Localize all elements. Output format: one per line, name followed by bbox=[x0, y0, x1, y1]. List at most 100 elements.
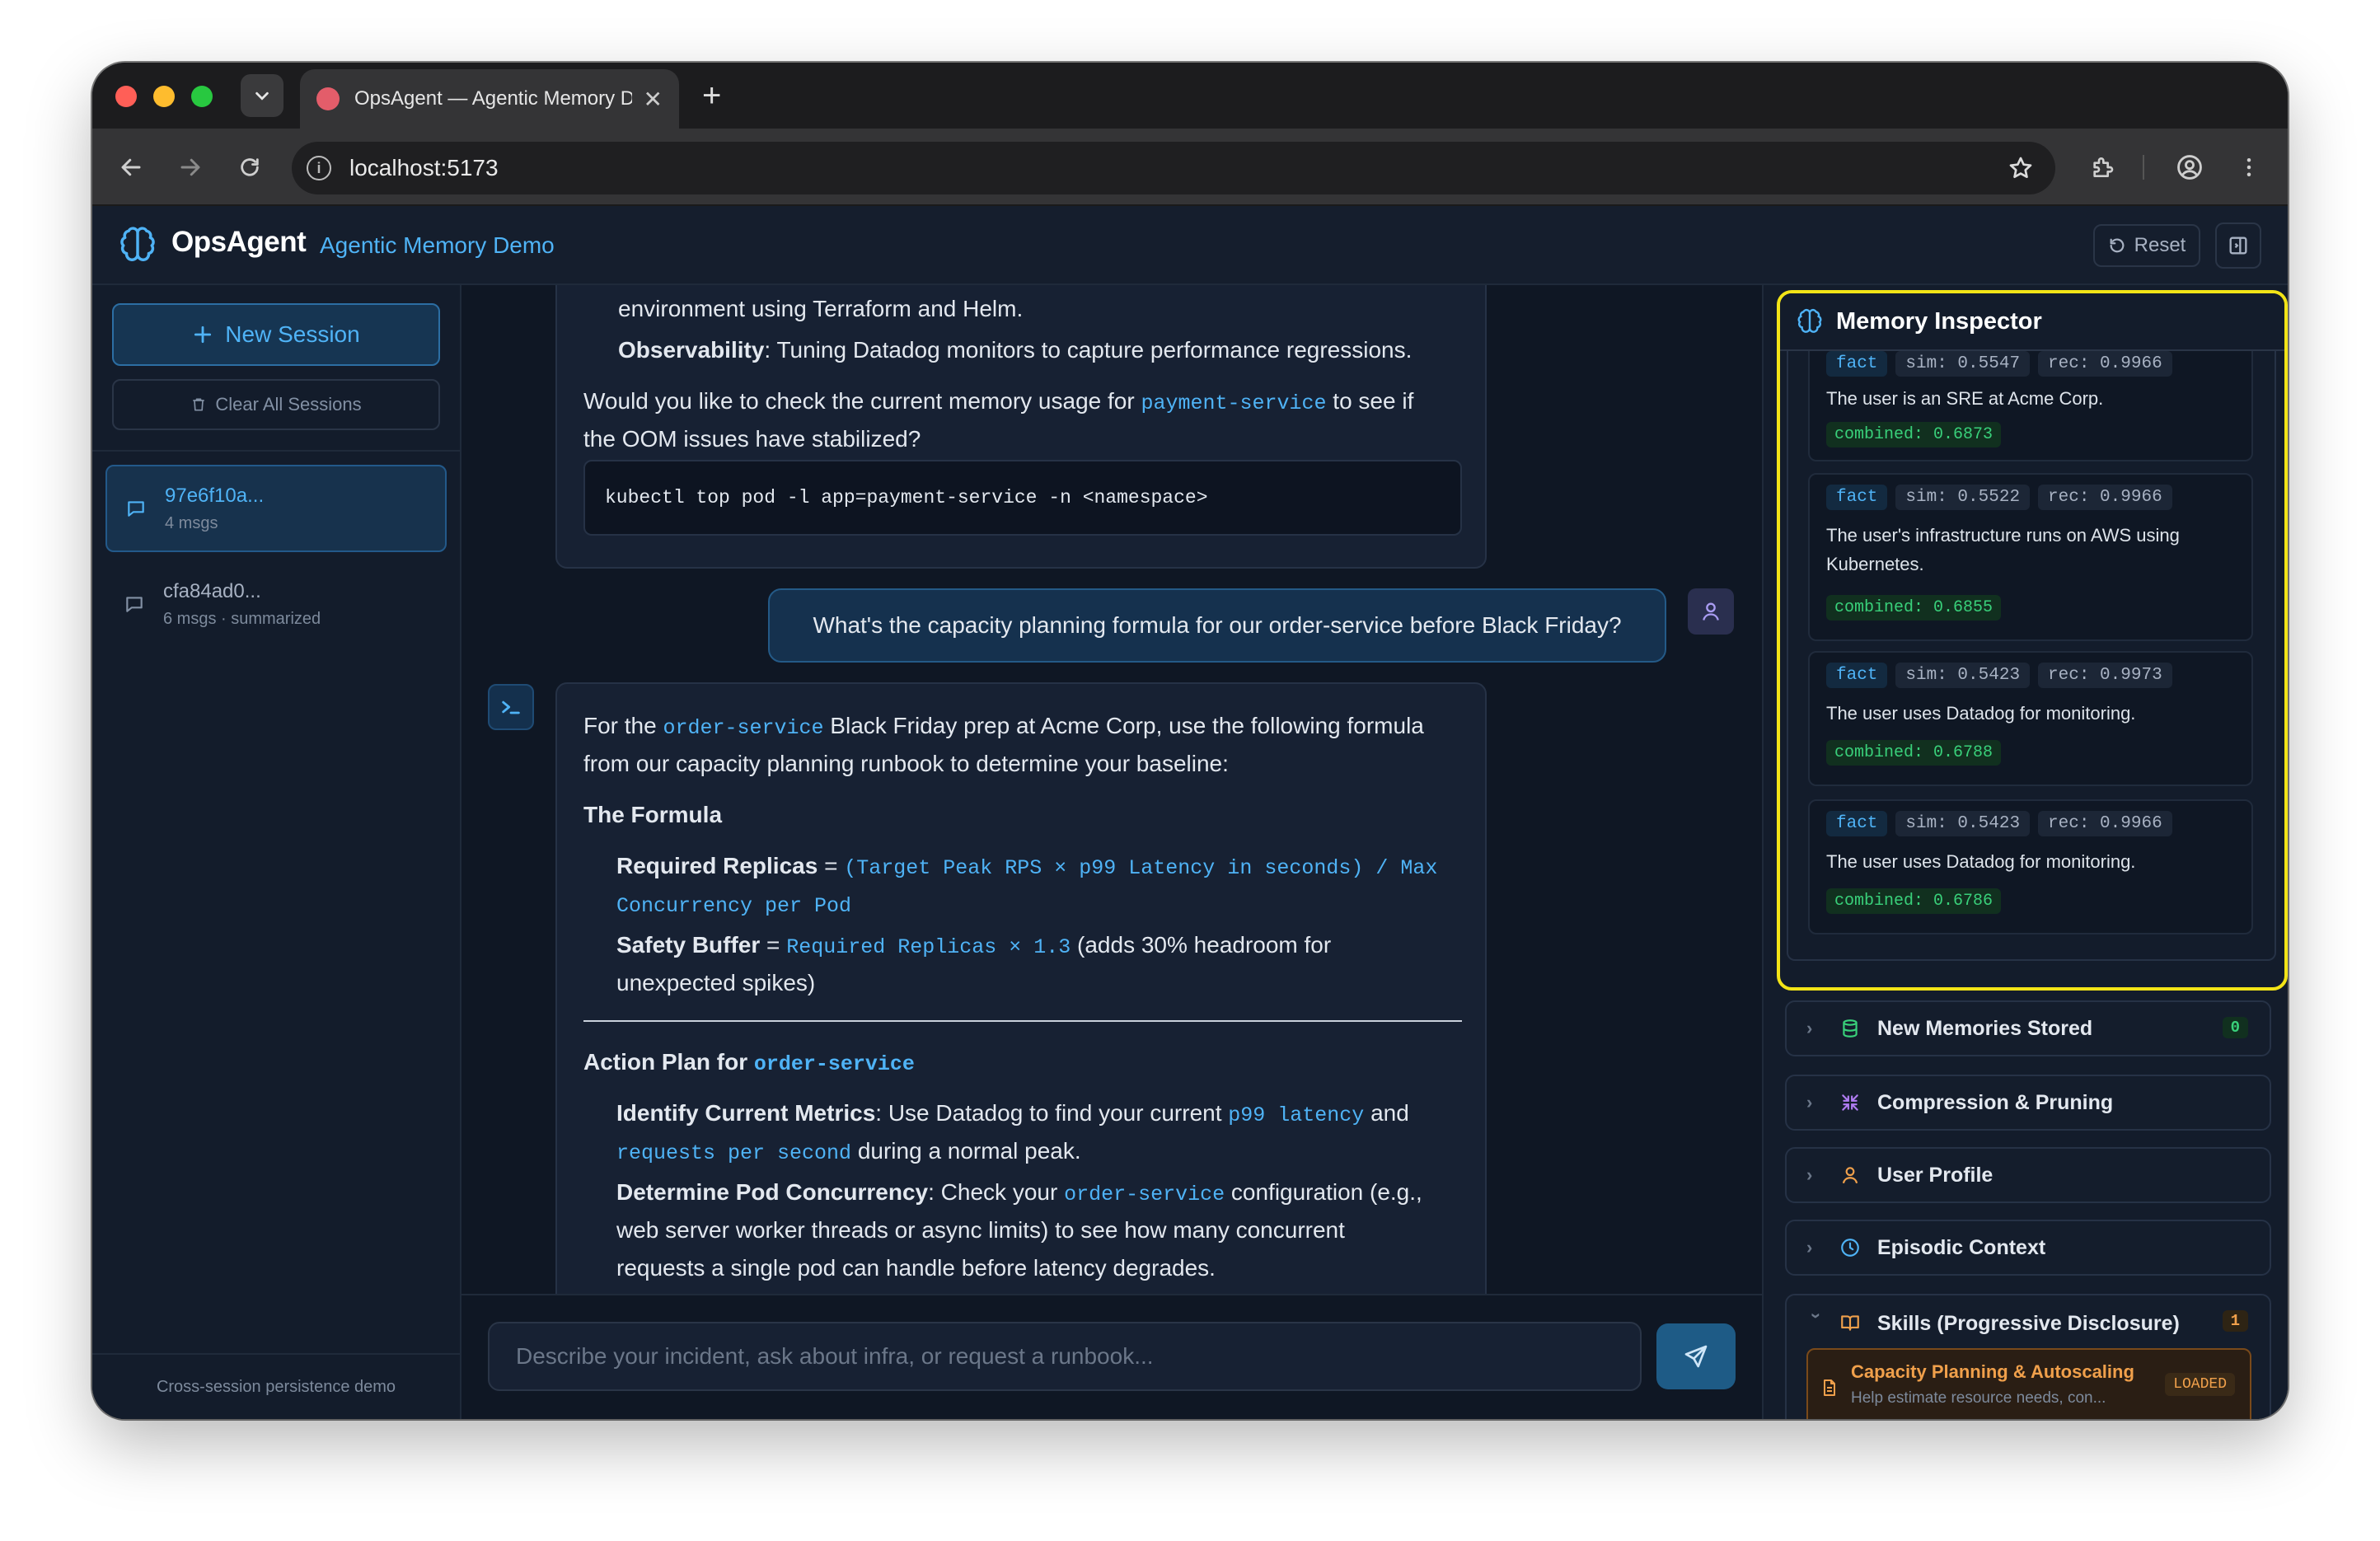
chat-input-bar: Describe your incident, ask about infra,… bbox=[461, 1294, 1762, 1419]
message-square-icon bbox=[126, 597, 143, 612]
maximize-window-button[interactable] bbox=[191, 86, 213, 107]
back-button[interactable] bbox=[110, 147, 152, 188]
send-icon bbox=[1684, 1345, 1708, 1368]
inline-code: (Target Peak RPS × p99 Latency in second… bbox=[844, 856, 1438, 880]
message-line: Required Replicas = (Target Peak RPS × p… bbox=[616, 847, 1437, 888]
new-tab-button[interactable]: + bbox=[702, 74, 721, 117]
chat-input[interactable]: Describe your incident, ask about infra,… bbox=[488, 1322, 1642, 1391]
memory-card: fact sim: 0.5522 rec: 0.9966 The user's … bbox=[1808, 473, 2253, 641]
line-text: and bbox=[1364, 1100, 1409, 1126]
line-text: : Tuning Datadog monitors to capture per… bbox=[764, 337, 1413, 363]
new-session-label: New Session bbox=[225, 321, 360, 347]
recency-badge: rec: 0.9966 bbox=[2038, 485, 2172, 510]
app-header: OpsAgent Agentic Memory Demo Reset bbox=[92, 206, 2288, 285]
send-button[interactable] bbox=[1656, 1323, 1736, 1389]
profile-button[interactable] bbox=[2169, 147, 2210, 188]
minimize-window-button[interactable] bbox=[153, 86, 175, 107]
book-open-icon bbox=[1841, 1315, 1859, 1331]
count-badge: 1 bbox=[2222, 1310, 2248, 1332]
chevron-right-icon: › bbox=[1806, 1164, 1813, 1185]
recency-badge: rec: 0.9966 bbox=[2038, 811, 2172, 836]
session-meta: 4 msgs bbox=[165, 513, 218, 532]
section-new-memories[interactable]: › New Memories Stored 0 bbox=[1785, 1000, 2271, 1056]
session-item[interactable]: cfa84ad0... 6 msgs · summarized bbox=[105, 560, 447, 648]
message-line: environment using Terraform and Helm. bbox=[618, 296, 1024, 321]
forward-button[interactable] bbox=[170, 147, 211, 188]
session-item[interactable]: 97e6f10a... 4 msgs bbox=[105, 465, 447, 552]
toggle-panel-button[interactable] bbox=[2215, 222, 2261, 269]
line-text: = bbox=[760, 932, 787, 958]
bold-label: Identify Current Metrics bbox=[616, 1100, 876, 1126]
message-line: Observability: Tuning Datadog monitors t… bbox=[618, 331, 1412, 369]
star-icon[interactable] bbox=[2008, 155, 2034, 181]
inline-code: order-service bbox=[663, 716, 824, 740]
memory-text: The user's infrastructure runs on AWS us… bbox=[1826, 525, 2180, 574]
browser-window: OpsAgent — Agentic Memory Demo ✕ + i loc… bbox=[92, 63, 2288, 1419]
user-icon bbox=[1703, 602, 1719, 621]
close-window-button[interactable] bbox=[115, 86, 137, 107]
section-label: User Profile bbox=[1877, 1163, 1993, 1187]
brain-logo-icon bbox=[120, 227, 155, 261]
count-badge: 0 bbox=[2222, 1017, 2248, 1038]
skill-card[interactable]: Capacity Planning & Autoscaling Help est… bbox=[1806, 1348, 2251, 1419]
close-tab-icon[interactable]: ✕ bbox=[644, 86, 663, 113]
address-bar[interactable]: i localhost:5173 bbox=[292, 142, 2055, 194]
reset-label: Reset bbox=[2134, 234, 2186, 256]
combined-score: combined: 0.6788 bbox=[1826, 740, 2002, 766]
arrow-right-icon bbox=[180, 158, 200, 176]
browser-tab-bar: OpsAgent — Agentic Memory Demo ✕ + bbox=[92, 63, 2288, 129]
user-avatar bbox=[1688, 588, 1734, 635]
more-vertical-icon bbox=[2246, 158, 2251, 176]
similarity-badge: sim: 0.5423 bbox=[1895, 811, 2031, 836]
bold-label: Observability bbox=[618, 337, 765, 363]
reload-icon bbox=[241, 158, 259, 176]
memory-text: The user uses Datadog for monitoring. bbox=[1826, 851, 2136, 872]
message-line: Would you like to check the current memo… bbox=[583, 382, 1413, 423]
plus-icon bbox=[194, 326, 212, 344]
session-id: 97e6f10a... bbox=[165, 484, 265, 507]
browser-tab[interactable]: OpsAgent — Agentic Memory Demo ✕ bbox=[300, 69, 679, 129]
memory-type-badge: fact bbox=[1826, 485, 1888, 510]
message-square-icon bbox=[128, 501, 144, 517]
url-text: localhost:5173 bbox=[349, 155, 499, 180]
code-block: kubectl top pod -l app=payment-service -… bbox=[583, 460, 1462, 536]
memory-list: fact sim: 0.5547 rec: 0.9966 The user is… bbox=[1787, 340, 2276, 961]
line-text: : Check your bbox=[928, 1179, 1065, 1205]
memory-card: fact sim: 0.5423 rec: 0.9966 The user us… bbox=[1808, 799, 2253, 934]
reset-button[interactable]: Reset bbox=[2093, 224, 2200, 267]
message-line: For the order-service Black Friday prep … bbox=[583, 707, 1424, 747]
line-text: Black Friday prep at Acme Corp, use the … bbox=[823, 713, 1424, 738]
browser-menu-button[interactable] bbox=[2228, 147, 2270, 188]
inline-code: Concurrency per Pod bbox=[616, 894, 852, 918]
recency-badge: rec: 0.9973 bbox=[2038, 663, 2172, 688]
extensions-button[interactable] bbox=[2082, 147, 2123, 188]
site-info-icon[interactable]: i bbox=[307, 156, 331, 180]
panel-right-icon bbox=[2229, 237, 2247, 255]
session-id: cfa84ad0... bbox=[163, 579, 261, 602]
memory-inspector: Memory Inspector fact sim: 0.5547 rec: 0… bbox=[1777, 290, 2288, 991]
trash-icon bbox=[193, 398, 205, 411]
section-label: Compression & Pruning bbox=[1877, 1090, 2114, 1114]
line-text: (adds 30% headroom for bbox=[1071, 932, 1332, 958]
clock-icon bbox=[1841, 1239, 1859, 1257]
combined-score: combined: 0.6873 bbox=[1826, 422, 2002, 447]
inline-code: requests per second bbox=[616, 1141, 852, 1165]
database-icon bbox=[1843, 1019, 1858, 1037]
tab-search-button[interactable] bbox=[241, 74, 283, 117]
similarity-badge: sim: 0.5423 bbox=[1895, 663, 2031, 688]
reload-button[interactable] bbox=[229, 147, 270, 188]
bold-label: Safety Buffer bbox=[616, 932, 761, 958]
memory-type-badge: fact bbox=[1826, 663, 1888, 688]
code-command: kubectl top pod -l app=payment-service -… bbox=[605, 487, 1208, 508]
section-heading: Action Plan for order-service bbox=[583, 1043, 915, 1084]
file-text-icon bbox=[1824, 1379, 1835, 1396]
new-session-button[interactable]: New Session bbox=[112, 303, 440, 366]
section-heading: The Formula bbox=[583, 802, 723, 827]
brain-favicon-icon bbox=[316, 87, 340, 110]
inline-code: order-service bbox=[753, 1052, 915, 1076]
section-episodic-context[interactable]: › Episodic Context bbox=[1785, 1220, 2271, 1276]
heading-text: Action Plan for bbox=[583, 1049, 754, 1075]
section-user-profile[interactable]: › User Profile bbox=[1785, 1147, 2271, 1203]
section-compression[interactable]: › Compression & Pruning bbox=[1785, 1075, 2271, 1131]
clear-all-sessions-button[interactable]: Clear All Sessions bbox=[112, 379, 440, 430]
